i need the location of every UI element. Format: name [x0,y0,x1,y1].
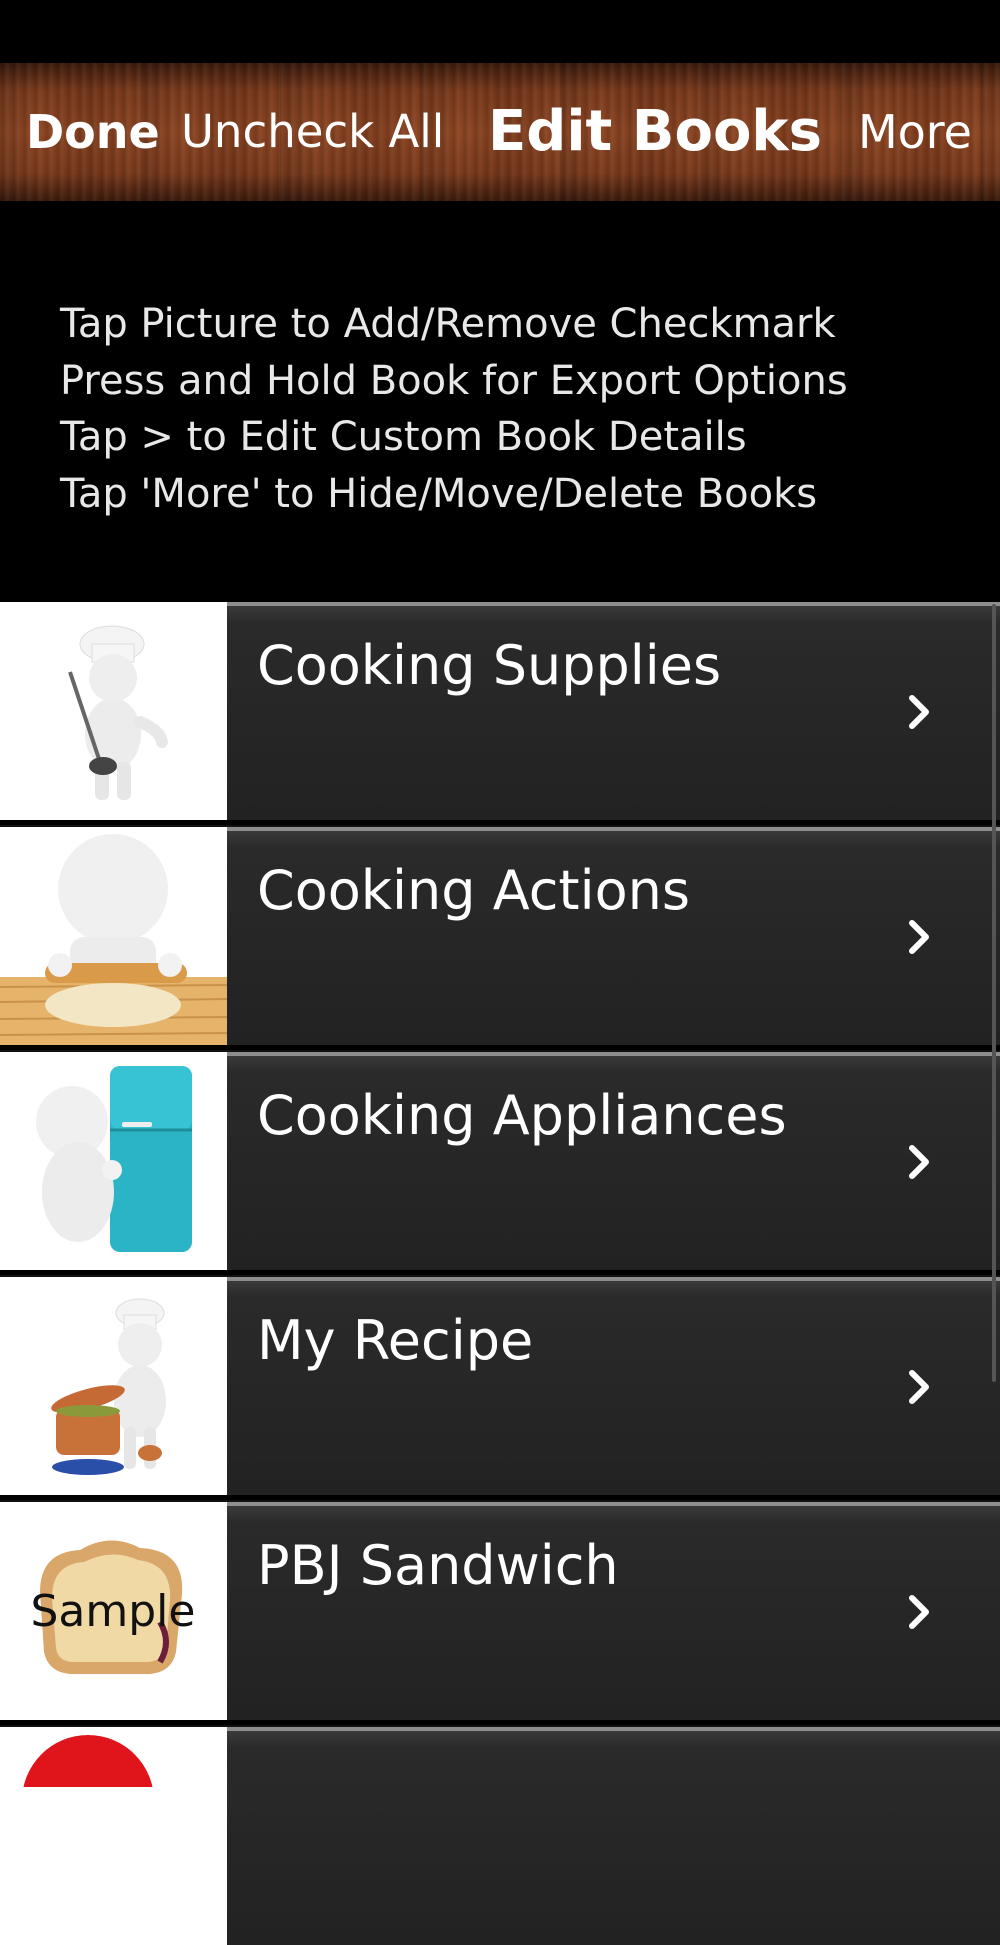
book-image-red-circle[interactable] [0,1727,227,1945]
more-button[interactable]: More [858,63,972,201]
book-cell[interactable]: Cooking Appliances [227,1052,1000,1270]
book-image-sandwich[interactable]: Sample [0,1502,227,1720]
instruction-line: Tap > to Edit Custom Book Details [60,414,747,460]
navigation-bar: Done Uncheck All Edit Books More [0,63,1000,201]
status-bar [0,0,1000,63]
instructions-text: Tap Picture to Add/Remove Checkmark Pres… [60,296,980,522]
book-title: Cooking Actions [257,859,690,922]
book-image-rolling-pin-figure[interactable] [0,827,227,1045]
chevron-right-icon[interactable] [900,1142,940,1182]
book-row-cooking-actions[interactable]: Cooking Actions [0,825,1000,1045]
instruction-line: Tap 'More' to Hide/Move/Delete Books [60,470,818,517]
uncheck-all-button[interactable]: Uncheck All [181,63,444,201]
book-cell[interactable]: Cooking Actions [227,827,1000,1045]
book-row-my-recipe[interactable]: My Recipe [0,1275,1000,1495]
page-title: Edit Books [488,99,823,164]
book-cell[interactable]: PBJ Sandwich [227,1502,1000,1720]
sample-label: Sample [31,1586,196,1637]
book-title: Cooking Supplies [257,634,722,697]
book-row-cooking-supplies[interactable]: Cooking Supplies [0,600,1000,820]
book-row-pbj-sandwich[interactable]: Sample PBJ Sandwich [0,1500,1000,1720]
chevron-right-icon[interactable] [900,1592,940,1632]
book-title: Cooking Appliances [257,1084,787,1147]
book-image-chef-with-pot[interactable] [0,1277,227,1495]
book-title: My Recipe [257,1309,534,1372]
scrollbar[interactable] [992,604,996,1382]
instruction-line: Press and Hold Book for Export Options [60,357,848,404]
book-cell[interactable]: My Recipe [227,1277,1000,1495]
book-row-partial[interactable] [0,1725,1000,1945]
chevron-right-icon[interactable] [900,692,940,732]
chevron-right-icon[interactable] [900,1367,940,1407]
book-row-cooking-appliances[interactable]: Cooking Appliances [0,1050,1000,1270]
book-image-chef-with-ladle[interactable] [0,602,227,820]
chevron-right-icon[interactable] [900,917,940,957]
done-button[interactable]: Done [26,63,160,201]
book-image-figure-with-refrigerator[interactable] [0,1052,227,1270]
book-title: PBJ Sandwich [257,1534,619,1597]
instruction-line: Tap Picture to Add/Remove Checkmark [60,301,836,347]
book-cell[interactable] [227,1727,1000,1945]
book-cell[interactable]: Cooking Supplies [227,602,1000,820]
